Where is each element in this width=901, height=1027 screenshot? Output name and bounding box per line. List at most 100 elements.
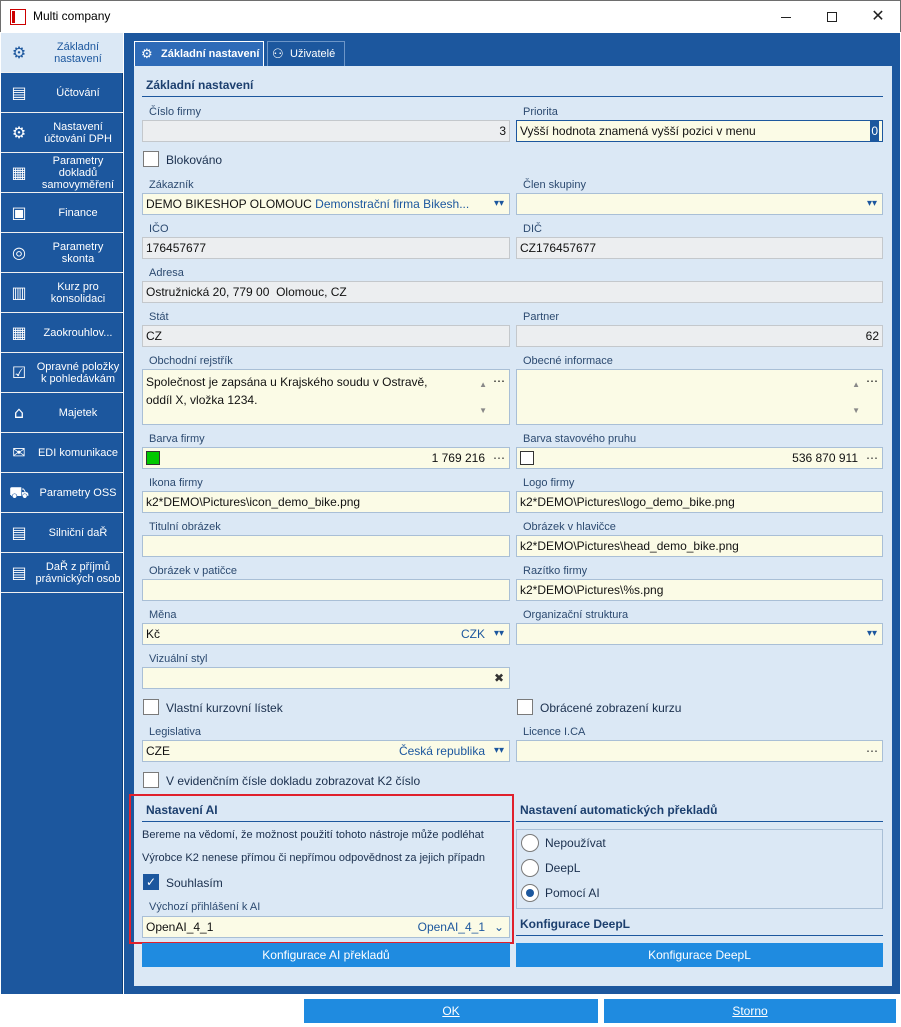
priorita-value: 0 <box>870 121 879 141</box>
sidebar-item-label: Parametry dokladů samovyměření <box>41 155 115 191</box>
deepl-config-button[interactable]: Konfigurace DeepL <box>516 943 883 967</box>
obracene-zobrazeni-checkbox[interactable] <box>517 699 533 715</box>
cislo-firmy-field[interactable]: 3 <box>142 120 510 142</box>
stat-field[interactable]: CZ <box>142 325 510 347</box>
minimize-button[interactable] <box>763 1 809 32</box>
legislativa-label: Legislativa <box>149 726 201 738</box>
ico-field[interactable]: 176457677 <box>142 237 510 259</box>
scroll-down-icon[interactable]: ▼ <box>852 402 860 420</box>
evidencni-cislo-checkbox[interactable] <box>143 772 159 788</box>
vizualni-styl-label: Vizuální styl <box>149 653 208 665</box>
sidebar-item[interactable]: ⌂ Majetek <box>1 393 123 433</box>
sidebar-item[interactable]: ▤ DaŘ z příjmů právnických osob <box>1 553 123 593</box>
clear-icon[interactable]: ✖ <box>494 668 504 688</box>
sidebar-item[interactable]: ☑ Opravné položky k pohledávkám <box>1 353 123 393</box>
sidebar-item[interactable]: ▦ Parametry dokladů samovyměření <box>1 153 123 193</box>
chart-document-icon: ▥ <box>11 283 27 302</box>
sidebar-item[interactable]: ▥ Kurz pro konsolidaci <box>1 273 123 313</box>
sidebar-item[interactable]: ⚙ Základní nastavení <box>1 33 123 73</box>
razitko-firmy-value: k2*DEMO\Pictures\%s.png <box>520 583 664 597</box>
ellipsis-button[interactable]: ⋯ <box>866 448 878 468</box>
logo-firmy-field[interactable]: k2*DEMO\Pictures\logo_demo_bike.png <box>516 491 883 513</box>
sidebar-item[interactable]: ▣ Finance <box>1 193 123 233</box>
tax-settings-icon: ⚙ <box>11 123 27 142</box>
barva-firmy-field[interactable]: 1 769 216 ⋯ <box>142 447 510 469</box>
section-title: Základní nastavení <box>146 78 254 92</box>
ok-button[interactable]: OK <box>304 999 598 1023</box>
dropdown-icon[interactable]: ▾▾ <box>494 624 504 644</box>
blokovano-checkbox[interactable] <box>143 151 159 167</box>
dropdown-icon[interactable]: ▾▾ <box>494 194 504 214</box>
sidebar-item-label: Silniční daŘ <box>48 527 108 539</box>
ai-login-select[interactable]: OpenAI_4_1 OpenAI_4_1 ⌄ <box>142 916 510 938</box>
maximize-button[interactable] <box>809 1 855 32</box>
radio-pomoci-ai[interactable] <box>521 884 539 902</box>
obrazek-paticka-field[interactable] <box>142 579 510 601</box>
radio-nepouzivat-label: Nepoužívat <box>545 836 606 850</box>
legislativa-field[interactable]: CZE Česká republika ▾▾ <box>142 740 510 762</box>
titulni-obrazek-label: Titulní obrázek <box>149 521 221 533</box>
tab-uzivatele[interactable]: ⚇ Uživatelé <box>267 41 345 66</box>
priorita-hint: Vyšší hodnota znamená vyšší pozici v men… <box>520 124 756 138</box>
souhlasim-checkbox[interactable]: ✓ <box>143 874 159 890</box>
titulni-obrazek-field[interactable] <box>142 535 510 557</box>
vlastni-kurzovni-listek-checkbox[interactable] <box>143 699 159 715</box>
chevron-down-icon[interactable]: ⌄ <box>494 917 504 937</box>
sidebar-item[interactable]: ✉ EDI komunikace <box>1 433 123 473</box>
sidebar-item[interactable]: ⚙ Nastavení účtování DPH <box>1 113 123 153</box>
color-swatch[interactable] <box>520 451 534 465</box>
cash-register-icon: ▤ <box>11 83 27 102</box>
sidebar-item-label: DaŘ z příjmů právnických osob <box>35 561 121 585</box>
scroll-up-icon[interactable]: ▲ <box>479 376 487 394</box>
barva-pruhu-field[interactable]: 536 870 911 ⋯ <box>516 447 883 469</box>
licence-ica-field[interactable]: ⋯ <box>516 740 883 762</box>
color-swatch[interactable] <box>146 451 160 465</box>
tab-zakladni-nastaveni[interactable]: ⚙ Základní nastavení <box>134 41 264 66</box>
dropdown-icon[interactable]: ▾▾ <box>867 624 877 644</box>
mena-field[interactable]: Kč CZK ▾▾ <box>142 623 510 645</box>
sidebar-item-label: Účtování <box>56 87 100 99</box>
ai-disclaimer-2: Výrobce K2 nenese přímou či nepřímou odp… <box>142 852 486 864</box>
sidebar-item-label: Základní nastavení <box>54 41 102 65</box>
vizualni-styl-field[interactable]: ✖ <box>142 667 510 689</box>
ellipsis-button[interactable]: ⋯ <box>866 741 878 761</box>
ellipsis-button[interactable]: ⋯ <box>493 448 505 468</box>
clen-skupiny-label: Člen skupiny <box>523 179 586 191</box>
sidebar-item[interactable]: ▦ Zaokrouhlov... <box>1 313 123 353</box>
dropdown-icon[interactable]: ▾▾ <box>494 741 504 761</box>
users-icon: ⚇ <box>272 47 284 62</box>
dropdown-icon[interactable]: ▾▾ <box>867 194 877 214</box>
ellipsis-button[interactable]: ⋯ <box>493 372 505 390</box>
priorita-field[interactable]: Vyšší hodnota znamená vyšší pozici v men… <box>516 120 883 142</box>
obchodni-rejstrik-line: oddíl X, vložka 1234. <box>146 393 258 407</box>
obchodni-rejstrik-textarea[interactable]: Společnost je zapsána u Krajského soudu … <box>142 369 510 425</box>
sidebar-item-label: EDI komunikace <box>37 447 119 459</box>
ikona-firmy-field[interactable]: k2*DEMO\Pictures\icon_demo_bike.png <box>142 491 510 513</box>
ai-login-label: Výchozí přihlášení k AI <box>149 901 261 913</box>
zakaznik-field[interactable]: DEMO BIKESHOP OLOMOUC Demonstrační firma… <box>142 193 510 215</box>
scroll-up-icon[interactable]: ▲ <box>852 376 860 394</box>
sidebar-item[interactable]: ◎ Parametry skonta <box>1 233 123 273</box>
document-icon: ▦ <box>11 163 27 182</box>
org-struktura-field[interactable]: ▾▾ <box>516 623 883 645</box>
close-button[interactable]: ✕ <box>855 1 901 32</box>
dic-field[interactable]: CZ176457677 <box>516 237 883 259</box>
ellipsis-button[interactable]: ⋯ <box>866 372 878 390</box>
sidebar-item[interactable]: ▤ Účtování <box>1 73 123 113</box>
dic-value: CZ176457677 <box>520 241 597 255</box>
mena-value: Kč <box>146 627 161 641</box>
adresa-field[interactable]: Ostružnická 20, 779 00 Olomouc, CZ <box>142 281 883 303</box>
ai-config-button[interactable]: Konfigurace AI překladů <box>142 943 510 967</box>
obrazek-hlavicka-field[interactable]: k2*DEMO\Pictures\head_demo_bike.png <box>516 535 883 557</box>
obecne-informace-textarea[interactable]: ⋯ ▲ ▼ <box>516 369 883 425</box>
clen-skupiny-field[interactable]: ▾▾ <box>516 193 883 215</box>
storno-button[interactable]: Storno <box>604 999 896 1023</box>
sidebar-item[interactable]: ⛟ Parametry OSS <box>1 473 123 513</box>
sidebar-item[interactable]: ▤ Silniční daŘ <box>1 513 123 553</box>
radio-deepl[interactable] <box>521 859 539 877</box>
partner-field[interactable]: 62 <box>516 325 883 347</box>
radio-nepouzivat[interactable] <box>521 834 539 852</box>
gear-icon: ⚙ <box>11 43 27 62</box>
razitko-firmy-field[interactable]: k2*DEMO\Pictures\%s.png <box>516 579 883 601</box>
scroll-down-icon[interactable]: ▼ <box>479 402 487 420</box>
